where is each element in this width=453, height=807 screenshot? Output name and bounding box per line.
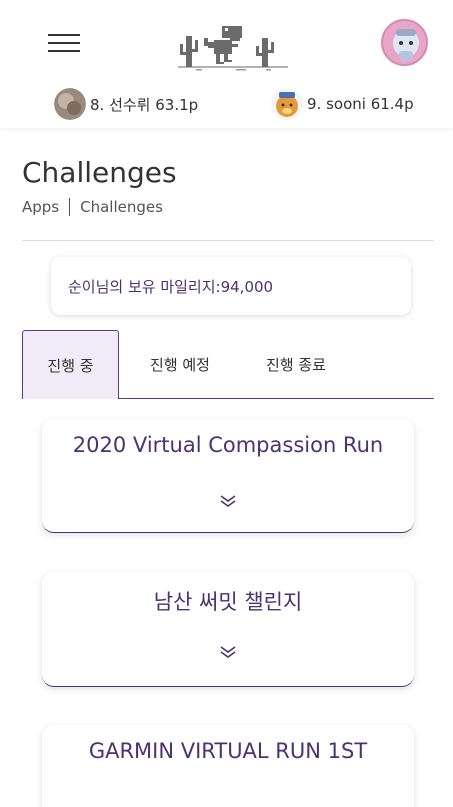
rank-avatar-character [271,88,303,120]
breadcrumb-current: Challenges [80,198,163,216]
challenge-card[interactable]: GARMIN VIRTUAL RUN 1ST [42,725,414,807]
hamburger-menu-icon[interactable] [48,30,82,54]
page-title: Challenges [22,156,177,189]
tab-upcoming[interactable]: 진행 예정 [128,330,232,399]
challenge-tabs: 진행 중 진행 예정 진행 종료 [22,330,434,399]
challenge-card[interactable]: 2020 Virtual Compassion Run [42,419,414,533]
double-chevron-down-icon[interactable] [218,644,238,660]
breadcrumb: Apps Challenges [22,198,163,216]
tab-finished[interactable]: 진행 종료 [244,330,348,399]
tab-in-progress[interactable]: 진행 중 [22,330,119,399]
ranking-label: 8. 선수뤼 63.1p [90,95,199,114]
mileage-text: 순이님의 보유 마일리지:94,000 [68,277,274,296]
ranking-label: 9. sooni 61.4p [307,95,414,113]
ranking-item[interactable]: 9. sooni 61.4p [271,88,414,120]
challenge-card[interactable]: 남산 써밋 챌린지 [42,572,414,687]
breadcrumb-apps-link[interactable]: Apps [22,198,59,216]
header-divider [22,240,434,241]
challenge-title: 남산 써밋 챌린지 [153,590,303,614]
mileage-card: 순이님의 보유 마일리지:94,000 [51,257,411,315]
double-chevron-down-icon[interactable] [218,493,238,509]
challenge-title: 2020 Virtual Compassion Run [72,433,384,457]
breadcrumb-separator [69,198,71,216]
app-header: 8. 선수뤼 63.1p 9. sooni 61.4p [0,0,453,128]
dino-logo-icon[interactable] [176,22,290,72]
user-avatar[interactable] [381,19,428,66]
challenge-title: GARMIN VIRTUAL RUN 1ST [88,739,368,763]
ranking-item[interactable]: 8. 선수뤼 63.1p [54,88,198,120]
rank-avatar-photo [54,88,86,120]
